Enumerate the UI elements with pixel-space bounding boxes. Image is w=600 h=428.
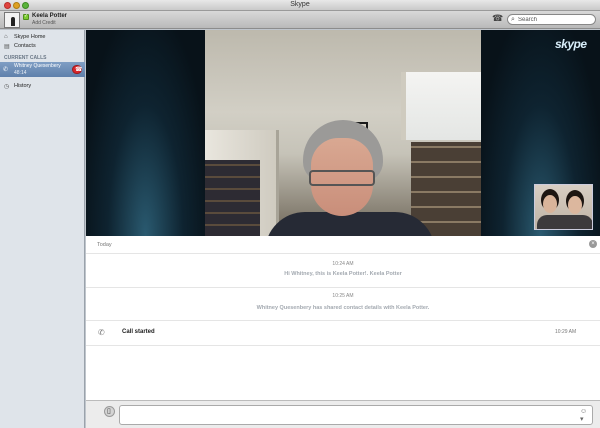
dial-pad-icon[interactable]: ☎ (492, 14, 503, 23)
message-timestamp: 10:25 AM (332, 293, 354, 299)
remote-video-feed (205, 30, 481, 236)
skype-logo: skype (555, 37, 587, 51)
sidebar-item-label: Skype Home (14, 34, 46, 40)
self-view-video[interactable] (534, 184, 593, 230)
chat-day-label: Today (97, 242, 112, 248)
call-event-time: 10:29 AM (555, 329, 577, 335)
current-calls-header: CURRENT CALLS (4, 55, 47, 61)
video-call-area[interactable]: skype (86, 30, 600, 236)
message-timestamp: 10:24 AM (332, 261, 354, 267)
divider (86, 345, 600, 346)
emoticon-icon[interactable]: ☺▾ (580, 408, 590, 423)
history-icon: ◷ (4, 84, 10, 90)
window-title: Skype (290, 1, 310, 8)
sidebar-item-contacts[interactable]: ▤ Contacts (0, 42, 85, 52)
divider (86, 287, 600, 288)
chat-message: Hi Whitney, this is Keela Potter!. Keela… (284, 271, 402, 277)
chat-history: × Today 10:24 AM Hi Whitney, this is Kee… (86, 236, 600, 400)
online-status-icon[interactable] (23, 13, 29, 20)
chat-message: Whitney Quesenbery has shared contact de… (256, 305, 430, 311)
send-file-button[interactable]: ▯ (104, 406, 115, 417)
divider (86, 253, 600, 254)
message-input[interactable] (119, 405, 593, 425)
paperclip-icon: ▯ (107, 408, 111, 415)
window-titlebar: Skype (0, 0, 600, 11)
sidebar-item-history[interactable]: ◷ History (0, 82, 85, 92)
call-icon: ✆ (98, 328, 105, 337)
profile-name[interactable]: Keela Potter (32, 13, 67, 19)
phone-icon: ✆ (3, 67, 9, 73)
contacts-icon: ▤ (4, 44, 10, 50)
sidebar-item-label: History (14, 83, 32, 89)
search-box[interactable]: ⌕ (507, 14, 596, 25)
sidebar: ⌂ Skype Home ▤ Contacts CURRENT CALLS ✆ … (0, 30, 85, 428)
toolbar: Keela Potter Add Credit ☎ ⌕ (0, 11, 600, 29)
close-icon[interactable]: × (589, 240, 597, 248)
home-icon: ⌂ (4, 34, 8, 40)
current-call-duration: 48:14 (14, 70, 27, 76)
add-credit-link[interactable]: Add Credit (32, 20, 56, 26)
search-input[interactable] (518, 16, 593, 24)
search-icon: ⌕ (511, 16, 515, 23)
sidebar-item-label: Contacts (14, 43, 36, 49)
hangup-icon: ☎ (75, 67, 83, 73)
current-call-name: Whitney Quesenbery (14, 63, 61, 69)
compose-bar: ▯ ☺▾ (86, 400, 600, 428)
avatar[interactable] (4, 12, 20, 28)
call-event-label: Call started (122, 329, 155, 335)
divider (86, 320, 600, 321)
video-backdrop-left (86, 30, 205, 236)
sidebar-item-current-call[interactable]: ✆ Whitney Quesenbery 48:14 ☎ (0, 62, 85, 77)
hangup-button[interactable]: ☎ (72, 65, 82, 74)
